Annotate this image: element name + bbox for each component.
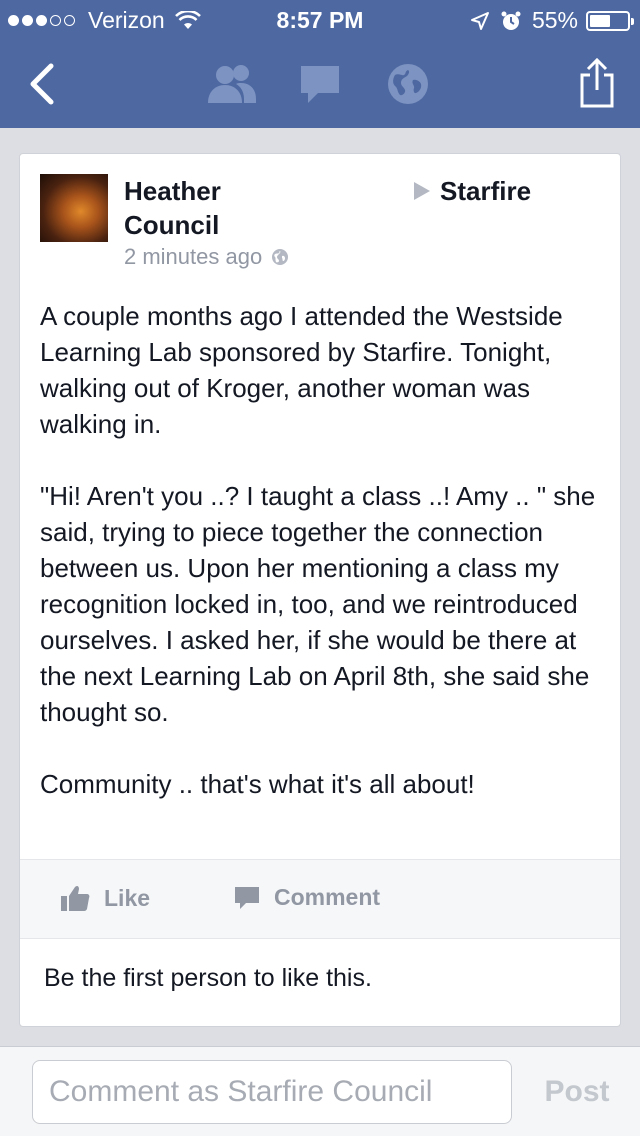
comment-button[interactable]: Comment xyxy=(234,884,380,911)
share-icon xyxy=(580,57,614,108)
top-header: Verizon 8:57 PM 55% xyxy=(0,0,640,128)
status-right: 55% xyxy=(470,7,634,34)
globe-icon xyxy=(388,64,428,104)
thumbs-up-icon xyxy=(61,885,90,911)
messages-button[interactable] xyxy=(296,62,344,106)
post-target[interactable]: Starfire xyxy=(414,174,531,208)
comment-bar: Post xyxy=(0,1046,640,1136)
post-body: A couple months ago I attended the Wests… xyxy=(40,298,610,838)
battery-percent: 55% xyxy=(531,7,578,33)
share-button[interactable] xyxy=(574,54,620,112)
friends-button[interactable] xyxy=(205,62,259,106)
location-arrow-icon xyxy=(470,11,489,30)
post-paragraph: A couple months ago I attended the Wests… xyxy=(40,301,563,439)
nav-bar xyxy=(0,40,640,128)
chevron-left-icon xyxy=(30,63,54,105)
post-actions: Like Comment xyxy=(20,859,620,939)
back-button[interactable] xyxy=(20,60,64,108)
notifications-button[interactable] xyxy=(384,62,432,106)
author-name[interactable]: Heather Council xyxy=(124,174,324,242)
public-globe-icon xyxy=(272,249,289,265)
triangle-arrow-icon xyxy=(414,182,430,200)
battery-fill xyxy=(590,14,610,27)
alarm-icon xyxy=(501,11,521,30)
message-bubble-icon xyxy=(301,66,339,103)
post-timestamp[interactable]: 2 minutes ago xyxy=(124,244,289,270)
target-page-name: Starfire xyxy=(440,176,532,206)
post-paragraph: Community .. that's what it's all about! xyxy=(40,769,475,799)
post-paragraph: "Hi! Aren't you ..? I taught a class ..!… xyxy=(40,481,596,727)
friends-icon xyxy=(208,65,256,103)
post-card: Heather Council Starfire 2 minutes ago A… xyxy=(19,153,621,1027)
author-name-last: Council xyxy=(124,210,220,240)
timestamp-text: 2 minutes ago xyxy=(124,244,263,269)
likes-summary: Be the first person to like this. xyxy=(44,964,372,992)
comment-input[interactable] xyxy=(32,1060,512,1124)
like-label: Like xyxy=(104,884,151,911)
comment-bubble-icon xyxy=(235,886,259,909)
status-bar: Verizon 8:57 PM 55% xyxy=(0,0,640,40)
author-avatar[interactable] xyxy=(40,174,108,242)
battery-icon xyxy=(586,10,634,31)
author-name-first: Heather xyxy=(124,176,221,206)
post-button[interactable]: Post xyxy=(530,1060,624,1124)
comment-label: Comment xyxy=(274,884,381,910)
like-button[interactable]: Like xyxy=(60,884,150,912)
